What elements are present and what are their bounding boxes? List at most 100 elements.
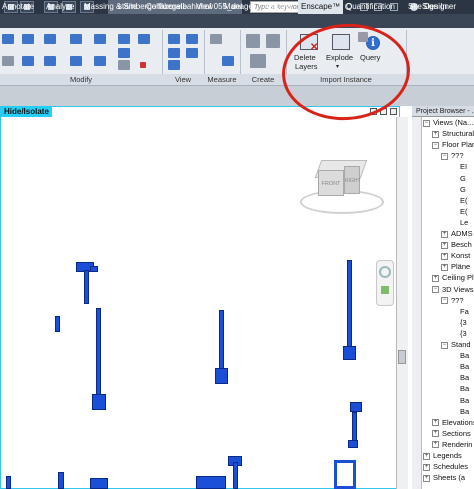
model-column[interactable] [343, 346, 356, 360]
model-column[interactable] [348, 440, 358, 448]
create-group-icon[interactable] [266, 34, 280, 48]
tree-expander-icon[interactable]: − [432, 141, 439, 149]
tree-item[interactable]: Fa [460, 307, 469, 317]
delete-icon[interactable] [140, 62, 146, 68]
offset-icon[interactable] [44, 34, 56, 44]
align-icon[interactable] [22, 34, 34, 44]
tree-expander-icon[interactable]: + [441, 263, 448, 271]
scale-icon[interactable] [118, 60, 130, 70]
tree-item[interactable]: {3 [460, 329, 467, 339]
tree-expander-icon[interactable]: + [423, 463, 430, 471]
pin-icon[interactable] [138, 34, 150, 44]
tree-expander-icon[interactable]: + [432, 430, 439, 438]
model-column[interactable] [84, 270, 89, 304]
tree-expander-icon[interactable]: + [441, 230, 448, 238]
model-column[interactable] [6, 476, 11, 489]
model-column[interactable] [90, 266, 98, 272]
override-graphics-icon[interactable] [168, 60, 180, 70]
move-icon[interactable] [2, 56, 14, 66]
copy-icon[interactable] [44, 56, 56, 66]
tree-item[interactable]: Ba [460, 384, 469, 394]
model-column[interactable] [350, 402, 362, 412]
tab-view[interactable]: View [196, 0, 213, 14]
tree-item[interactable]: {3 [460, 318, 467, 328]
mirror-icon[interactable] [70, 34, 82, 44]
tree-item[interactable]: Renderin [442, 440, 472, 450]
tree-expander-icon[interactable]: − [423, 119, 430, 127]
tree-item[interactable]: Sections [442, 429, 471, 439]
tree-item[interactable]: 3D Views [442, 285, 474, 295]
tree-item[interactable]: Ba [460, 373, 469, 383]
dimension-icon[interactable] [222, 56, 234, 66]
model-column[interactable] [233, 462, 238, 489]
tree-item[interactable]: Ba [460, 351, 469, 361]
tree-item[interactable]: Elevations [442, 418, 474, 428]
tree-expander-icon[interactable]: − [441, 152, 448, 160]
model-column[interactable] [58, 472, 64, 489]
tree-item[interactable]: Ba [460, 396, 469, 406]
tab-quantification[interactable]: Quantification [346, 0, 395, 14]
tree-expander-icon[interactable]: + [432, 130, 439, 138]
model-column[interactable] [215, 368, 228, 384]
tree-expander-icon[interactable]: + [441, 241, 448, 249]
steering-wheel-icon[interactable] [379, 266, 391, 278]
tree-item[interactable]: G [460, 174, 466, 184]
tree-expander-icon[interactable]: + [432, 441, 439, 449]
tree-item[interactable]: Floor Plans [442, 140, 474, 150]
create-parts-icon[interactable] [246, 34, 260, 48]
tree-expander-icon[interactable]: + [432, 274, 439, 282]
tree-item[interactable]: Legends [433, 451, 462, 461]
create-assembly-icon[interactable] [250, 54, 266, 68]
model-column[interactable] [334, 460, 356, 489]
paste-icon[interactable] [2, 34, 14, 44]
tree-item[interactable]: Structural [442, 129, 474, 139]
tree-expander-icon[interactable]: − [441, 341, 448, 349]
tab-analyze[interactable]: Analyze [46, 0, 74, 14]
close-icon[interactable] [390, 108, 397, 115]
tree-item[interactable]: ??? [451, 296, 464, 306]
model-column[interactable] [196, 476, 226, 489]
tree-item[interactable]: E( [460, 196, 468, 206]
tree-item[interactable]: ADMS [451, 229, 473, 239]
tree-item[interactable]: Konst [451, 251, 470, 261]
linework-icon[interactable] [186, 34, 198, 44]
model-column[interactable] [347, 260, 352, 350]
tree-expander-icon[interactable]: + [423, 452, 430, 460]
measure-icon[interactable] [210, 34, 222, 44]
split-icon[interactable] [118, 34, 130, 44]
trim-icon[interactable] [94, 34, 106, 44]
tree-expander-icon[interactable]: − [441, 297, 448, 305]
tree-item[interactable]: Le [460, 218, 468, 228]
viewport-scrollbar[interactable] [396, 117, 408, 489]
tree-item[interactable]: Ceiling Pl [442, 273, 474, 283]
tree-expander-icon[interactable]: + [441, 252, 448, 260]
tree-expander-icon[interactable]: − [432, 286, 439, 293]
model-column[interactable] [90, 478, 108, 489]
tree-item[interactable]: G [460, 185, 466, 195]
filter-icon[interactable] [186, 48, 198, 58]
tab-collaborate[interactable]: Collaborate [146, 0, 187, 14]
tree-item[interactable]: Views (Na... [433, 118, 473, 128]
lightbulb-icon[interactable] [168, 34, 180, 44]
viewcube-front[interactable]: FRONT [318, 170, 344, 196]
rotate-icon[interactable] [70, 56, 82, 66]
tree-expander-icon[interactable]: + [432, 419, 439, 427]
tree-item[interactable]: Stand [451, 340, 471, 350]
tree-item[interactable]: ??? [451, 151, 464, 161]
model-column[interactable] [55, 316, 60, 332]
hide-element-icon[interactable] [168, 48, 180, 58]
tree-item[interactable]: Besch [451, 240, 472, 250]
array-icon[interactable] [94, 56, 106, 66]
tab-add-ins[interactable]: Add-Ins [264, 0, 292, 14]
tree-item[interactable]: Sheets (a [433, 473, 465, 483]
model-column[interactable] [92, 394, 106, 410]
unpin-icon[interactable] [118, 48, 130, 58]
tree-item[interactable]: E( [460, 207, 468, 217]
tab-enscape[interactable]: Enscape™ [298, 0, 344, 14]
model-column[interactable] [219, 310, 224, 372]
project-browser-scrollbar[interactable] [412, 117, 422, 489]
model-column[interactable] [96, 308, 101, 398]
tab-manage[interactable]: Manage [224, 0, 253, 14]
tree-item[interactable]: Schedules [433, 462, 468, 472]
scrollbar-thumb[interactable] [398, 350, 406, 364]
